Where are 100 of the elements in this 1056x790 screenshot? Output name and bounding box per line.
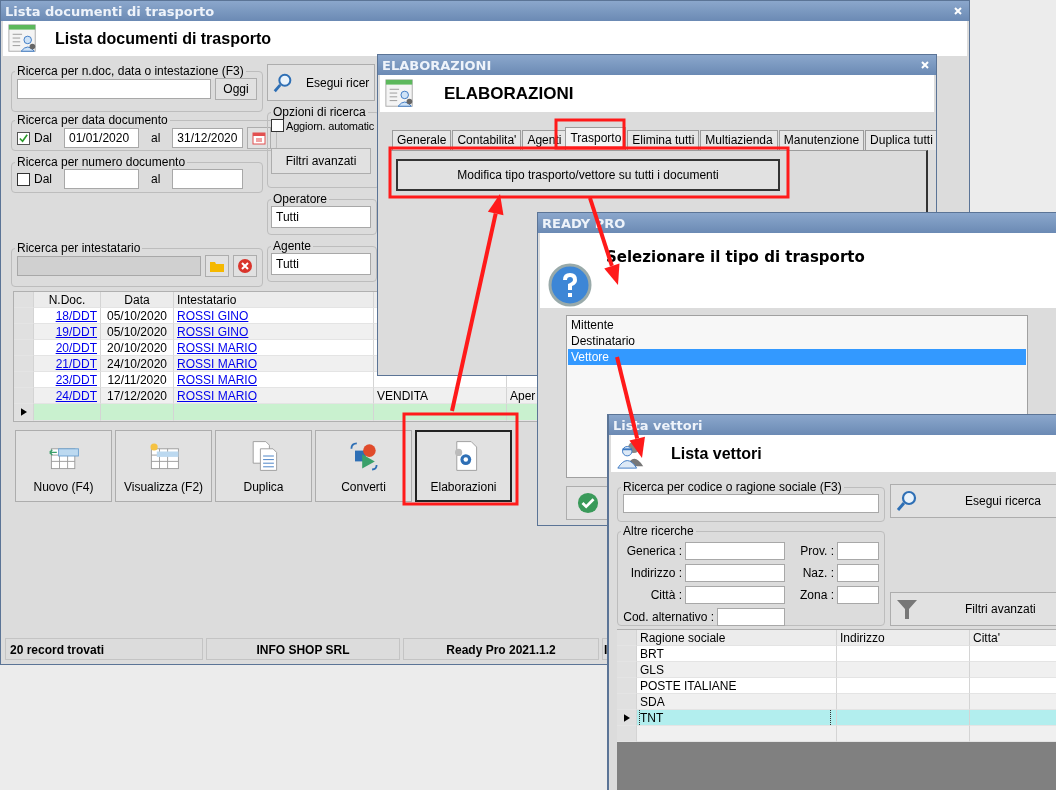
calendar-button[interactable] [247,127,272,149]
window-heading: Lista vettori [671,444,762,463]
tab[interactable]: Generale [392,130,452,150]
ok-button[interactable] [566,486,610,520]
field-label: Indirizzo : [630,566,682,580]
date-field[interactable]: 01/01/2020 [64,128,139,148]
list-item[interactable]: Destinatario [568,333,1026,349]
search-icon [895,489,919,513]
agent-dropdown[interactable]: Tutti [271,253,371,275]
holder-link[interactable]: ROSSI MARIO [177,373,257,387]
row-header [14,372,34,388]
field-label: Generica : [626,544,682,558]
group-label: Opzioni di ricerca [272,105,367,119]
group-label: Ricerca per codice o ragione sociale (F3) [622,480,843,494]
document-link[interactable]: 20/DDT [55,341,97,355]
checkbox[interactable] [17,172,30,186]
row-header [14,340,34,356]
date-field[interactable]: 31/12/2020 [172,128,244,148]
document-link[interactable]: 23/DDT [55,373,97,387]
document-link[interactable]: 24/DDT [55,389,97,403]
column-header[interactable]: Citta' [970,630,1056,646]
group-label: Ricerca per numero documento [16,155,187,169]
operator-dropdown[interactable]: Tutti [271,206,371,228]
status-text: INFO SHOP SRL [206,638,400,660]
search-button[interactable]: Esegui ricerca [890,484,1056,518]
text-field[interactable] [685,586,785,604]
document-link[interactable]: 18/DDT [55,309,97,323]
check-icon [577,492,599,514]
checkbox-label: Aggiorn. automatic [286,119,375,132]
holder-link[interactable]: ROSSI GINO [177,325,249,339]
new-table-row[interactable] [14,404,539,421]
today-button[interactable]: Oggi [215,78,257,100]
group-label: Ricerca per intestatario [16,241,142,255]
checkbox-label: Dal [34,172,52,186]
list-item[interactable]: Mittente [568,317,1026,333]
tab[interactable]: Duplica tutti [865,130,936,150]
table-row[interactable]: SDA [617,694,1056,710]
checkbox[interactable] [17,131,30,145]
tab[interactable]: Manutenzione [778,130,865,150]
field-label: Naz. : [802,566,834,580]
text-field[interactable] [837,586,879,604]
field-label: Prov. : [800,544,834,558]
column-header[interactable]: Ragione sociale [637,630,837,646]
action-button[interactable]: Modifica tipo trasporto/vettore su tutti i documenti [396,159,780,191]
table-row[interactable]: TNT [617,710,1056,726]
checkbox-label: Dal [34,131,52,145]
toolbar-button[interactable]: Converti [315,430,412,502]
checkbox[interactable] [271,119,284,132]
table-cell: Aper [510,389,536,403]
search-button[interactable]: Esegui ricer [267,64,375,101]
close-icon[interactable] [953,6,963,16]
tab[interactable]: Multiazienda [700,130,778,150]
holder-field[interactable] [17,256,201,276]
group-label: Operatore [272,192,329,206]
close-icon[interactable] [920,60,930,70]
document-link[interactable]: 21/DDT [55,357,97,371]
filter-button[interactable]: Filtri avanzati [890,592,1056,626]
table-row[interactable]: GLS [617,662,1056,678]
search-icon [272,71,294,94]
text-field[interactable] [837,542,879,560]
search-field[interactable] [623,494,879,513]
toolbar-button[interactable]: Elaborazioni [415,430,512,502]
field-label: al [151,172,161,186]
table-cell: VENDITA [377,389,429,403]
search-field[interactable] [17,79,211,99]
row-header [14,308,34,324]
column-header[interactable]: Intestatario [174,292,374,308]
calendar-icon [251,130,268,146]
column-header[interactable]: Indirizzo [837,630,970,646]
holder-link[interactable]: ROSSI GINO [177,309,249,323]
number-field[interactable] [64,169,139,189]
text-field[interactable] [685,564,785,582]
window-title: Lista documenti di trasporto [5,3,215,19]
holder-link[interactable]: ROSSI MARIO [177,357,257,371]
clear-button[interactable] [233,255,257,277]
column-header[interactable]: N.Doc. [34,292,101,308]
toolbar-button[interactable]: Nuovo (F4) [15,430,112,502]
holder-link[interactable]: ROSSI MARIO [177,341,257,355]
tab[interactable]: Elimina tutti [627,130,700,150]
text-field[interactable] [717,608,785,626]
tab[interactable]: Contabilita' [452,130,522,150]
document-link[interactable]: 19/DDT [55,325,97,339]
current-row-icon [20,407,27,417]
table-cell: 05/10/2020 [101,324,174,340]
toolbar-button[interactable]: Visualizza (F2) [115,430,212,502]
field-label: Cod. alternativo : [623,610,714,624]
toolbar-button[interactable]: Duplica [215,430,312,502]
column-header[interactable]: Data [101,292,174,308]
text-field[interactable] [685,542,785,560]
row-header [14,324,34,340]
holder-link[interactable]: ROSSI MARIO [177,389,257,403]
table-cell: 24/10/2020 [101,356,174,372]
table-cell: TNT [640,710,830,725]
group-label: Ricerca per data documento [16,113,169,127]
number-field[interactable] [172,169,244,189]
filter-button[interactable]: Filtri avanzati [271,148,371,174]
text-field[interactable] [837,564,879,582]
current-row-icon [623,712,630,723]
table-cell: SDA [640,695,665,709]
table-row[interactable]: 24/DDT 17/12/2020 ROSSI MARIO VENDITA Aper [14,388,539,404]
